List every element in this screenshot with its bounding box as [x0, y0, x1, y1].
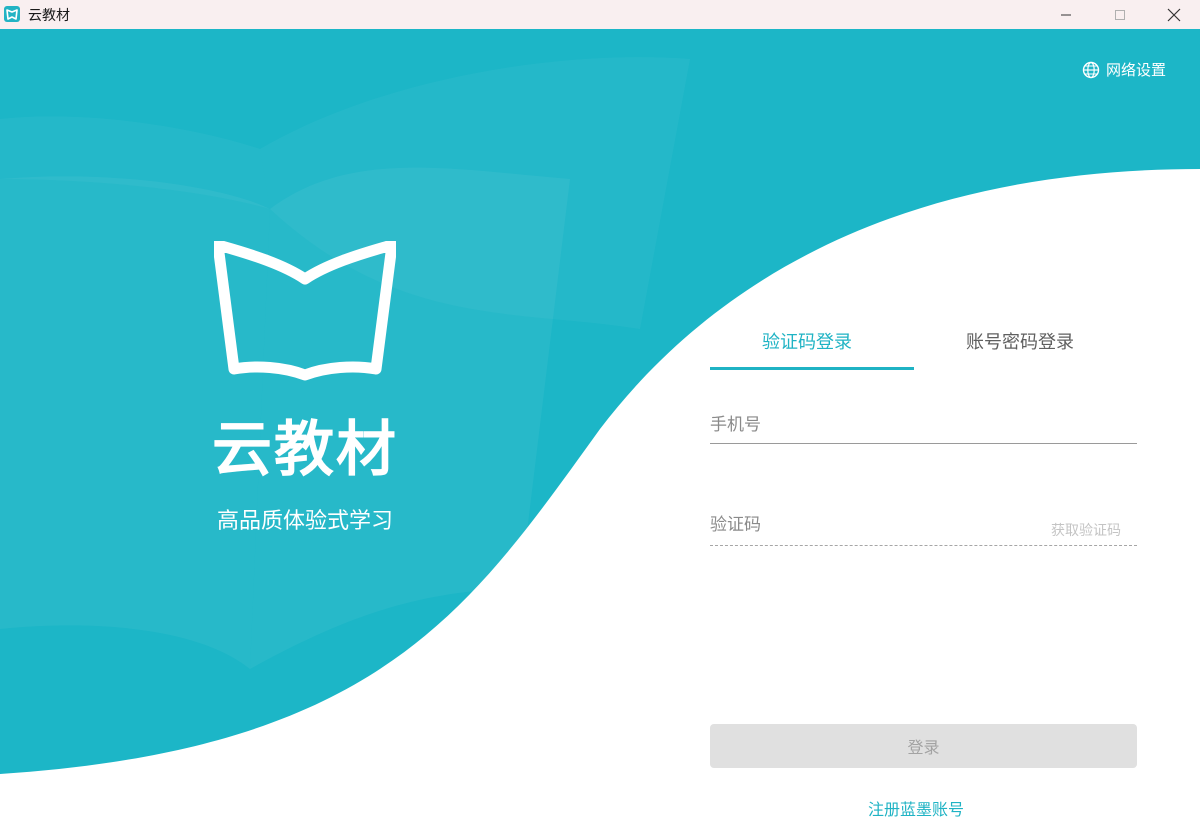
active-tab-indicator [710, 367, 914, 370]
close-button[interactable] [1151, 0, 1197, 29]
minimize-icon [1061, 14, 1071, 15]
network-settings-button[interactable]: 网络设置 [1082, 59, 1166, 80]
maximize-icon [1115, 9, 1125, 20]
login-button-label: 登录 [907, 738, 940, 757]
tab-sms-login[interactable]: 验证码登录 [762, 328, 852, 354]
phone-input[interactable] [710, 410, 1137, 440]
close-icon [1167, 8, 1181, 21]
tab-password-login[interactable]: 账号密码登录 [966, 328, 1074, 354]
phone-field [710, 410, 1137, 444]
network-settings-label: 网络设置 [1106, 61, 1167, 79]
register-account-link[interactable]: 注册蓝墨账号 [868, 796, 964, 820]
title-bar: 云教材 [0, 0, 1200, 29]
brand-slogan: 高品质体验式学习 [216, 509, 393, 534]
open-book-icon [214, 241, 396, 381]
minimize-button[interactable] [1043, 0, 1089, 29]
app-logo-icon [4, 6, 20, 22]
verification-code-input[interactable] [710, 510, 1020, 540]
globe-icon [1082, 61, 1100, 78]
verification-code-field: 获取验证码 [710, 510, 1137, 546]
window-title: 云教材 [28, 8, 70, 24]
login-window-content: 网络设置 云教材 高品质体验式学习 验证码登录 账号密码登录 获取验证码 登录 … [0, 29, 1200, 823]
get-code-button[interactable]: 获取验证码 [1051, 520, 1121, 540]
maximize-button[interactable] [1097, 0, 1143, 29]
brand-name: 云教材 [212, 415, 398, 485]
login-button[interactable]: 登录 [710, 724, 1137, 768]
